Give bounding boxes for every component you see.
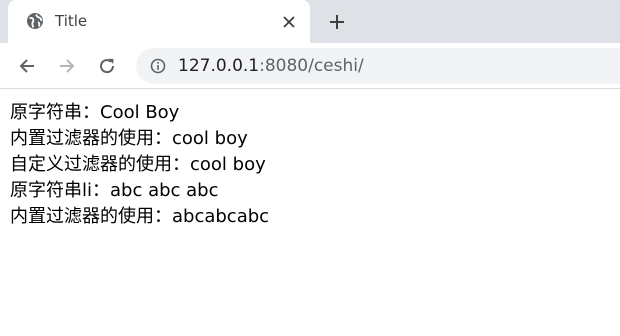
url-path: :8080/ceshi/	[259, 56, 364, 76]
arrow-right-icon[interactable]	[55, 54, 79, 78]
tab-title: Title	[55, 12, 88, 30]
arrow-left-icon[interactable]	[15, 54, 39, 78]
tab-strip: Title	[0, 0, 620, 43]
address-bar[interactable]: 127.0.0.1:8080/ceshi/	[136, 48, 620, 84]
text-line-custom-filter: 自定义过滤器的使用：cool boy	[10, 154, 266, 175]
browser-toolbar: 127.0.0.1:8080/ceshi/	[0, 43, 620, 89]
text-line-builtin-filter: 内置过滤器的使用：cool boy	[10, 128, 248, 149]
reload-icon[interactable]	[95, 54, 119, 78]
url-host: 127.0.0.1	[178, 56, 260, 76]
info-icon[interactable]	[149, 57, 167, 75]
close-icon[interactable]	[280, 13, 298, 31]
page-content: 原字符串：Cool Boy 内置过滤器的使用：cool boy 自定义过滤器的使…	[10, 100, 269, 230]
url-text[interactable]: 127.0.0.1:8080/ceshi/	[178, 56, 364, 76]
text-line-original-list: 原字符串li：abc abc abc	[10, 180, 219, 201]
text-line-original: 原字符串：Cool Boy	[10, 102, 180, 123]
plus-icon[interactable]	[327, 12, 347, 32]
globe-icon	[26, 12, 44, 30]
browser-tab[interactable]: Title	[8, 0, 310, 43]
text-line-builtin-filter-list: 内置过滤器的使用：abcabcabc	[10, 206, 270, 227]
